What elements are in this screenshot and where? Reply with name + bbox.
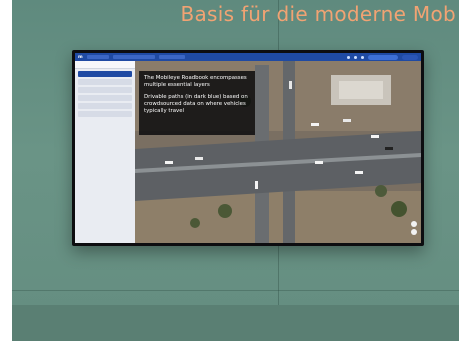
overlay-text-line: Drivable paths (in dark blue) based on [144, 94, 248, 100]
toolbar-icon[interactable] [347, 55, 350, 59]
toolbar-icon[interactable] [361, 55, 364, 59]
account-button[interactable] [402, 54, 418, 60]
search-field[interactable] [368, 54, 398, 60]
tv-screen: m The Mobileye Roadbook encompasses mult… [75, 53, 421, 243]
app-top-bar: m [75, 53, 421, 61]
app-logo: m [78, 54, 83, 60]
zoom-in-button[interactable] [411, 221, 417, 227]
toolbar-icon[interactable] [354, 55, 357, 59]
wall-mounted-tv: m The Mobileye Roadbook encompasses mult… [72, 50, 424, 246]
lower-wall [12, 305, 459, 341]
app-menu-tab[interactable] [86, 55, 109, 59]
sidebar-item[interactable] [78, 87, 132, 93]
sidebar-item[interactable] [78, 103, 132, 109]
zoom-out-button[interactable] [411, 229, 417, 235]
sidebar-item[interactable] [78, 79, 132, 85]
app-menu-tab[interactable] [158, 55, 185, 59]
overlay-text-line: crowdsourced data on where vehicles [144, 101, 246, 107]
sidebar-item[interactable] [78, 95, 132, 101]
app-menu-tab[interactable] [112, 55, 155, 59]
wall-sign-text: Basis für die moderne Mob [180, 2, 456, 26]
sidebar-header [75, 61, 135, 69]
photo-scene: Basis für die moderne Mob m The Mobileye… [0, 0, 462, 341]
sidebar-item-selected[interactable] [78, 71, 132, 77]
overlay-text-line: multiple essential layers [144, 82, 210, 88]
layers-sidebar [75, 61, 135, 243]
overlay-text-line: The Mobileye Roadbook encompasses [144, 75, 247, 81]
overlay-text-line: typically travel [144, 108, 185, 114]
info-overlay-box: The Mobileye Roadbook encompasses multip… [139, 71, 255, 135]
wall-panel-seam-horizontal [12, 290, 459, 291]
sidebar-item[interactable] [78, 111, 132, 117]
